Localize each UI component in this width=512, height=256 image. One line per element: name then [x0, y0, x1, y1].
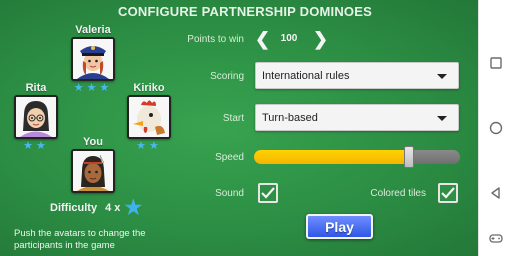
- difficulty-indicator: Difficulty 4 x ★: [50, 197, 143, 219]
- home-icon[interactable]: [488, 120, 504, 136]
- start-value: Turn-based: [262, 111, 318, 124]
- player-name: Rita: [25, 82, 47, 94]
- recent-apps-icon[interactable]: [488, 55, 504, 71]
- points-prev-button[interactable]: ❮: [255, 30, 270, 48]
- points-next-button[interactable]: ❯: [313, 30, 328, 48]
- player-right[interactable]: Kiriko ★★: [127, 82, 171, 152]
- star-rating: ★★: [136, 140, 162, 152]
- speed-label: Speed: [215, 152, 244, 163]
- star-rating: ★★★: [73, 82, 113, 94]
- speed-slider-fill: [254, 150, 409, 164]
- scoring-value: International rules: [262, 69, 350, 82]
- speed-slider-thumb[interactable]: [404, 146, 414, 168]
- caret-down-icon: [437, 74, 447, 79]
- difficulty-value: 4 x: [105, 202, 121, 214]
- player-name: You: [83, 136, 103, 148]
- girl-with-glasses-avatar-icon[interactable]: [14, 95, 58, 139]
- star-rating: ★★: [23, 140, 49, 152]
- system-nav-bar: [478, 0, 512, 256]
- sound-checkbox[interactable]: [258, 183, 278, 203]
- points-label: Points to win: [187, 34, 244, 45]
- rooster-avatar-icon[interactable]: [127, 95, 171, 139]
- gamepad-icon[interactable]: [488, 230, 504, 246]
- native-girl-avatar-icon[interactable]: [71, 149, 115, 193]
- game-background: CONFIGURE PARTNERSHIP DOMINOES Valeria ★…: [0, 0, 478, 256]
- scoring-label: Scoring: [210, 71, 244, 82]
- player-name: Valeria: [75, 24, 111, 36]
- page-title: CONFIGURE PARTNERSHIP DOMINOES: [118, 4, 372, 19]
- player-name: Kiriko: [133, 82, 165, 94]
- colored-tiles-label: Colored tiles: [370, 188, 426, 199]
- caret-down-icon: [437, 116, 447, 121]
- scoring-select[interactable]: International rules: [255, 62, 459, 89]
- colored-tiles-checkbox[interactable]: [438, 183, 458, 203]
- difficulty-label: Difficulty: [50, 202, 98, 214]
- start-label: Start: [222, 113, 244, 124]
- speed-slider[interactable]: [254, 150, 460, 164]
- player-left[interactable]: Rita ★★: [14, 82, 58, 152]
- start-select[interactable]: Turn-based: [255, 104, 459, 131]
- player-top[interactable]: Valeria ★★★: [71, 24, 115, 94]
- police-girl-avatar-icon[interactable]: [71, 37, 115, 81]
- points-value: 100: [280, 33, 298, 44]
- back-icon[interactable]: [488, 185, 504, 201]
- checkmark-icon: [441, 187, 455, 199]
- star-icon: ★: [124, 197, 143, 219]
- hint-text: Push the avatars to change the participa…: [14, 228, 146, 251]
- checkmark-icon: [261, 187, 275, 199]
- play-button[interactable]: Play: [306, 214, 373, 239]
- player-bottom[interactable]: You: [71, 136, 115, 193]
- sound-label: Sound: [215, 188, 244, 199]
